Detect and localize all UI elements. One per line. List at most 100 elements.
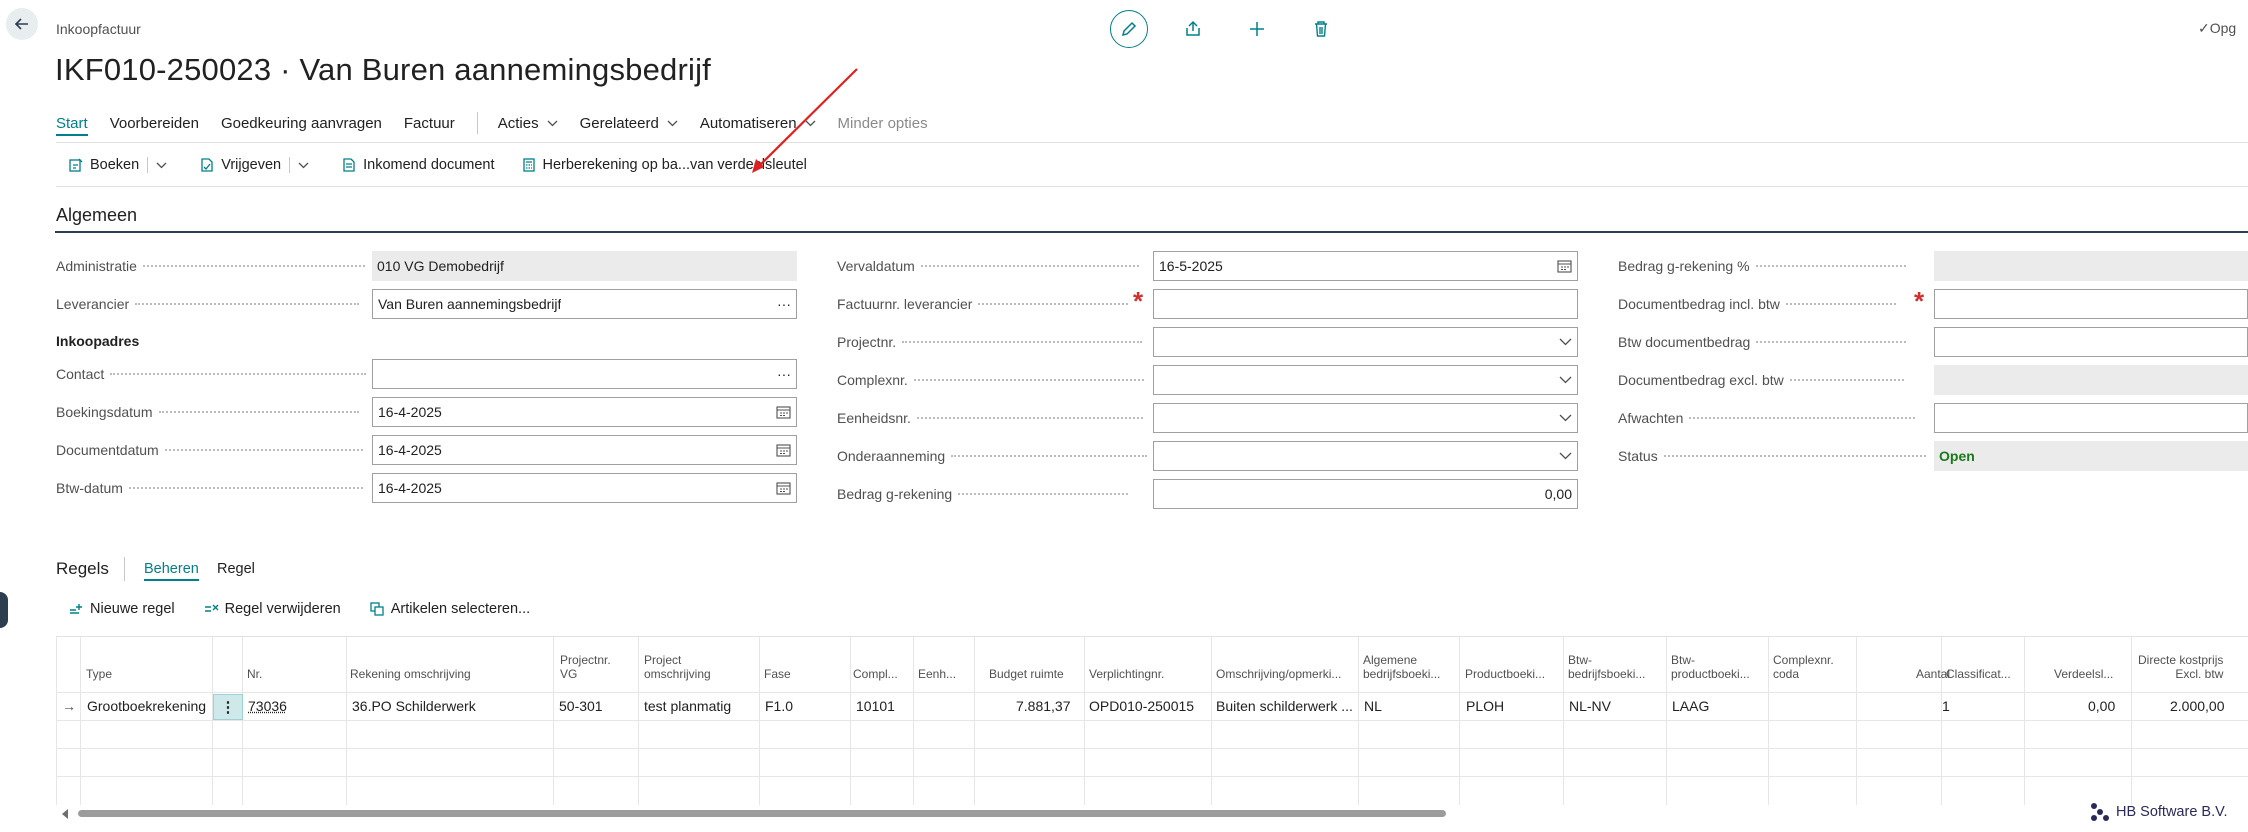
- cell-nr[interactable]: 73036: [248, 698, 287, 714]
- col-sep: [1563, 637, 1564, 805]
- col-sep: [638, 637, 639, 805]
- documentdatum-field[interactable]: 16-4-2025: [372, 435, 797, 465]
- cell-projectnr[interactable]: 50-301: [559, 698, 603, 714]
- boekingsdatum-field[interactable]: 16-4-2025: [372, 397, 797, 427]
- bedrag-grekening-field[interactable]: 0,00: [1153, 479, 1578, 509]
- col-header-nr[interactable]: Nr.: [247, 667, 262, 681]
- more-options-icon[interactable]: ···: [777, 296, 791, 312]
- annotation-arrow: [752, 68, 858, 173]
- calculator-icon: [522, 158, 535, 172]
- afwachten-field[interactable]: [1934, 403, 2248, 433]
- tab-beheren[interactable]: Beheren: [144, 561, 199, 581]
- cell-compl[interactable]: 10101: [856, 698, 895, 714]
- docbedrag-incl-field[interactable]: [1934, 289, 2248, 319]
- eenheidsnr-select[interactable]: [1153, 403, 1578, 433]
- col-header-rekening-omschrijving[interactable]: Rekening omschrijving: [350, 667, 471, 681]
- inkomend-document-button[interactable]: Inkomend document: [341, 157, 495, 173]
- inkomend-document-label: Inkomend document: [363, 157, 495, 173]
- col-header-btw-productboeking[interactable]: Btw-productboeki...: [1671, 653, 1750, 681]
- horizontal-scrollbar[interactable]: [78, 810, 1446, 817]
- col-header-classificatie[interactable]: Classificat...: [1946, 667, 2011, 681]
- cell-budget-ruimte[interactable]: 7.881,37: [1016, 698, 1071, 714]
- col-header-budget-ruimte[interactable]: Budget ruimte: [989, 667, 1064, 681]
- col-header-complexnr-coda[interactable]: Complexnr. coda: [1773, 653, 1834, 681]
- calendar-icon[interactable]: [776, 405, 791, 419]
- cell-project-omschrijving[interactable]: test planmatig: [644, 698, 731, 714]
- chevron-down-icon[interactable]: [298, 162, 309, 169]
- nieuwe-regel-button[interactable]: Nieuwe regel: [68, 601, 175, 617]
- row-selector-arrow[interactable]: →: [62, 698, 76, 714]
- col-header-productboeking[interactable]: Productboeki...: [1465, 667, 1545, 681]
- cell-type[interactable]: Grootboekrekening: [87, 698, 206, 714]
- col-header-type[interactable]: Type: [86, 667, 112, 681]
- back-button[interactable]: [6, 8, 38, 40]
- boekingsdatum-label: Boekingsdatum: [56, 404, 359, 420]
- col-header-verplichtingnr[interactable]: Verplichtingnr.: [1089, 667, 1164, 681]
- col-header-eenh[interactable]: Eenh...: [918, 667, 956, 681]
- regel-verwijderen-button[interactable]: Regel verwijderen: [203, 601, 341, 617]
- factuurnr-field[interactable]: [1153, 289, 1578, 319]
- col-header-directe-kostprijs[interactable]: Directe kostprijs Excl. btw: [2138, 653, 2223, 681]
- cell-omschrijving[interactable]: Buiten schilderwerk ...: [1216, 698, 1353, 714]
- btw-docbedrag-field[interactable]: [1934, 327, 2248, 357]
- tab-factuur[interactable]: Factuur: [404, 115, 455, 132]
- projectnr-select[interactable]: [1153, 327, 1578, 357]
- row-actions-button[interactable]: ⋮: [213, 694, 243, 720]
- calendar-icon[interactable]: [776, 443, 791, 457]
- bedrag-grekening-value: 0,00: [1544, 486, 1572, 502]
- onderaanneming-select[interactable]: [1153, 441, 1578, 471]
- documentdatum-value: 16-4-2025: [378, 442, 442, 458]
- calendar-icon[interactable]: [1557, 259, 1572, 273]
- tab-goedkeuring-aanvragen[interactable]: Goedkeuring aanvragen: [221, 115, 382, 132]
- col-header-projectnr[interactable]: Projectnr. VG: [560, 653, 611, 681]
- btwdatum-label: Btw-datum: [56, 480, 363, 496]
- page-title: IKF010-250023 · Van Buren aannemingsbedr…: [55, 52, 711, 87]
- cell-verplichtingnr[interactable]: OPD010-250015: [1089, 698, 1194, 714]
- scroll-left-icon[interactable]: [60, 807, 70, 823]
- check-icon: ✓: [2198, 20, 2210, 36]
- artikelen-selecteren-button[interactable]: Artikelen selecteren...: [369, 601, 530, 617]
- col-header-verdeelsleutel[interactable]: Verdeelsl...: [2054, 667, 2113, 681]
- col-header-aantal[interactable]: Aantal: [1916, 667, 1950, 681]
- col-sep: [2131, 637, 2132, 805]
- chevron-down-icon: [667, 120, 678, 126]
- col-header-btw-bedrijfsboeking[interactable]: Btw-bedrijfsboeki...: [1568, 653, 1645, 681]
- boeken-button[interactable]: Boeken: [68, 157, 173, 173]
- tab-acties[interactable]: Acties: [498, 115, 558, 132]
- more-options-icon[interactable]: ···: [777, 366, 791, 382]
- vervaldatum-field[interactable]: 16-5-2025: [1153, 251, 1578, 281]
- side-panel-handle[interactable]: [0, 592, 8, 628]
- cell-fase[interactable]: F1.0: [765, 698, 793, 714]
- cell-verdeelsleutel[interactable]: 0,00: [2088, 698, 2115, 714]
- col-header-algemene-bedrijfsboeking[interactable]: Algemene bedrijfsboeki...: [1363, 653, 1440, 681]
- cell-rekening-omschrijving[interactable]: 36.PO Schilderwerk: [352, 698, 476, 714]
- delete-button[interactable]: [1302, 10, 1340, 48]
- contact-field[interactable]: ···: [372, 359, 797, 389]
- cell-aantal[interactable]: 1: [1942, 698, 1950, 714]
- share-button[interactable]: [1174, 10, 1212, 48]
- tab-gerelateerd[interactable]: Gerelateerd: [580, 115, 678, 132]
- vrijgeven-button[interactable]: Vrijgeven: [199, 157, 315, 173]
- btw-docbedrag-label-text: Btw documentbedrag: [1618, 334, 1751, 350]
- col-header-project-omschrijving[interactable]: Project omschrijving: [644, 653, 711, 681]
- cell-btw-productboeking[interactable]: LAAG: [1672, 698, 1709, 714]
- tab-regel[interactable]: Regel: [217, 561, 255, 577]
- col-header-compl[interactable]: Compl...: [853, 667, 898, 681]
- cell-productboeking[interactable]: PLOH: [1466, 698, 1504, 714]
- col-header-omschrijving[interactable]: Omschrijving/opmerki...: [1216, 667, 1341, 681]
- tab-start[interactable]: Start: [56, 115, 88, 136]
- cell-btw-bedrijfsboeking[interactable]: NL-NV: [1569, 698, 1611, 714]
- cell-algemene-bedrijfsboeking[interactable]: NL: [1364, 698, 1382, 714]
- chevron-down-icon[interactable]: [156, 162, 167, 169]
- saved-label: Opg: [2209, 20, 2237, 36]
- leverancier-field[interactable]: Van Buren aannemingsbedrijf ···: [372, 289, 797, 319]
- col-header-fase[interactable]: Fase: [764, 667, 791, 681]
- label-leader: [1755, 265, 1906, 267]
- cell-directe-kostprijs[interactable]: 2.000,00: [2170, 698, 2225, 714]
- new-button[interactable]: [1238, 10, 1276, 48]
- calendar-icon[interactable]: [776, 481, 791, 495]
- complexnr-select[interactable]: [1153, 365, 1578, 395]
- btwdatum-field[interactable]: 16-4-2025: [372, 473, 797, 503]
- edit-button[interactable]: [1110, 10, 1148, 48]
- tab-voorbereiden[interactable]: Voorbereiden: [110, 115, 199, 132]
